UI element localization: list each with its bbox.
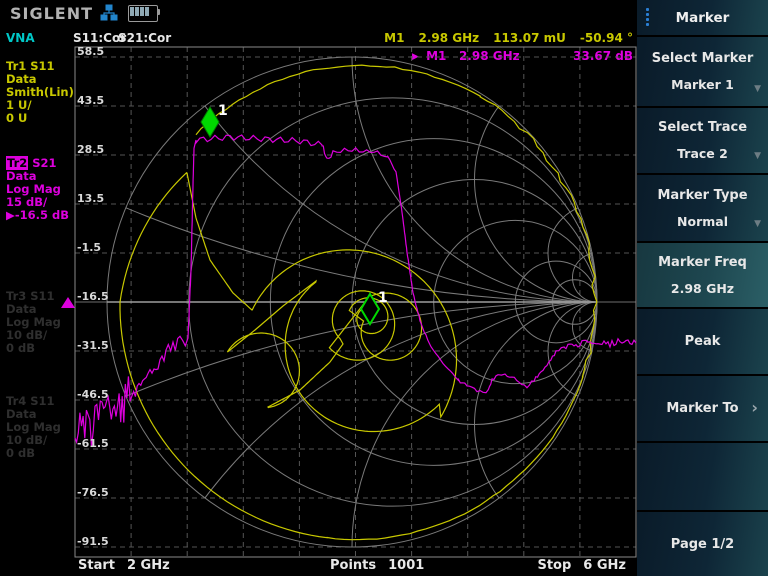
start-word: Start (78, 558, 115, 573)
scale-label: 28.5 (77, 143, 104, 156)
stop-value: 6 GHz (583, 558, 626, 573)
dropdown-caret-icon: ▼ (754, 84, 761, 94)
sweep-points-label: Points 1001 (330, 558, 424, 573)
sweep-start-label: Start 2 GHz (78, 558, 170, 573)
scale-label: -61.5 (77, 437, 109, 450)
menu-title: Marker (637, 0, 768, 35)
marker1-trace2[interactable]: 1 (201, 103, 228, 137)
reference-level-indicator (61, 297, 75, 308)
scale-label: -91.5 (77, 535, 109, 548)
menu-title-text: Marker (676, 10, 730, 26)
softkey-menu: Marker Select MarkerMarker 1▼Select Trac… (637, 0, 768, 576)
marker-number-label: 1 (218, 103, 228, 119)
menu-button-page-1-2[interactable]: Page 1/2 (637, 512, 768, 576)
marker-number-label: 1 (378, 290, 388, 306)
trace-annotation-tr2[interactable]: Tr2 S21DataLog Mag15 dB/▶-16.5 dB (6, 157, 74, 222)
menu-button-select-marker[interactable]: Select MarkerMarker 1▼ (637, 37, 768, 106)
start-value: 2 GHz (127, 558, 170, 573)
menu-button-marker-freq[interactable]: Marker Freq2.98 GHz (637, 243, 768, 307)
scale-label: -31.5 (77, 339, 109, 352)
stop-word: Stop (537, 558, 571, 573)
scale-label: -16.5 (77, 290, 109, 303)
dropdown-caret-icon: ▼ (754, 151, 761, 161)
points-value: 1001 (388, 558, 424, 573)
menu-handle-icon (646, 8, 649, 26)
menu-button-marker-to[interactable]: Marker To› (637, 376, 768, 441)
menu-button-blank[interactable] (637, 443, 768, 510)
submenu-chevron-icon: › (751, 397, 758, 416)
dropdown-caret-icon: ▼ (754, 219, 761, 229)
scale-label: -46.5 (77, 388, 109, 401)
scale-label: -1.5 (77, 241, 101, 254)
vna-screen: { "colors": { "yellow": "#c8c800", "mage… (0, 0, 768, 576)
sweep-stop-label: Stop 6 GHz (537, 558, 626, 573)
scale-label: 58.5 (77, 45, 104, 58)
menu-button-peak[interactable]: Peak (637, 309, 768, 374)
points-word: Points (330, 558, 376, 573)
trace-annotation-tr4[interactable]: Tr4 S11DataLog Mag10 dB/0 dB (6, 395, 74, 460)
menu-button-select-trace[interactable]: Select TraceTrace 2▼ (637, 108, 768, 173)
trace-annotation-tr1[interactable]: Tr1 S11DataSmith(Lin)1 U/0 U (6, 60, 74, 125)
menu-button-marker-type[interactable]: Marker TypeNormal▼ (637, 175, 768, 241)
scale-label: 43.5 (77, 94, 104, 107)
scale-label: -76.5 (77, 486, 109, 499)
scale-label: 13.5 (77, 192, 104, 205)
